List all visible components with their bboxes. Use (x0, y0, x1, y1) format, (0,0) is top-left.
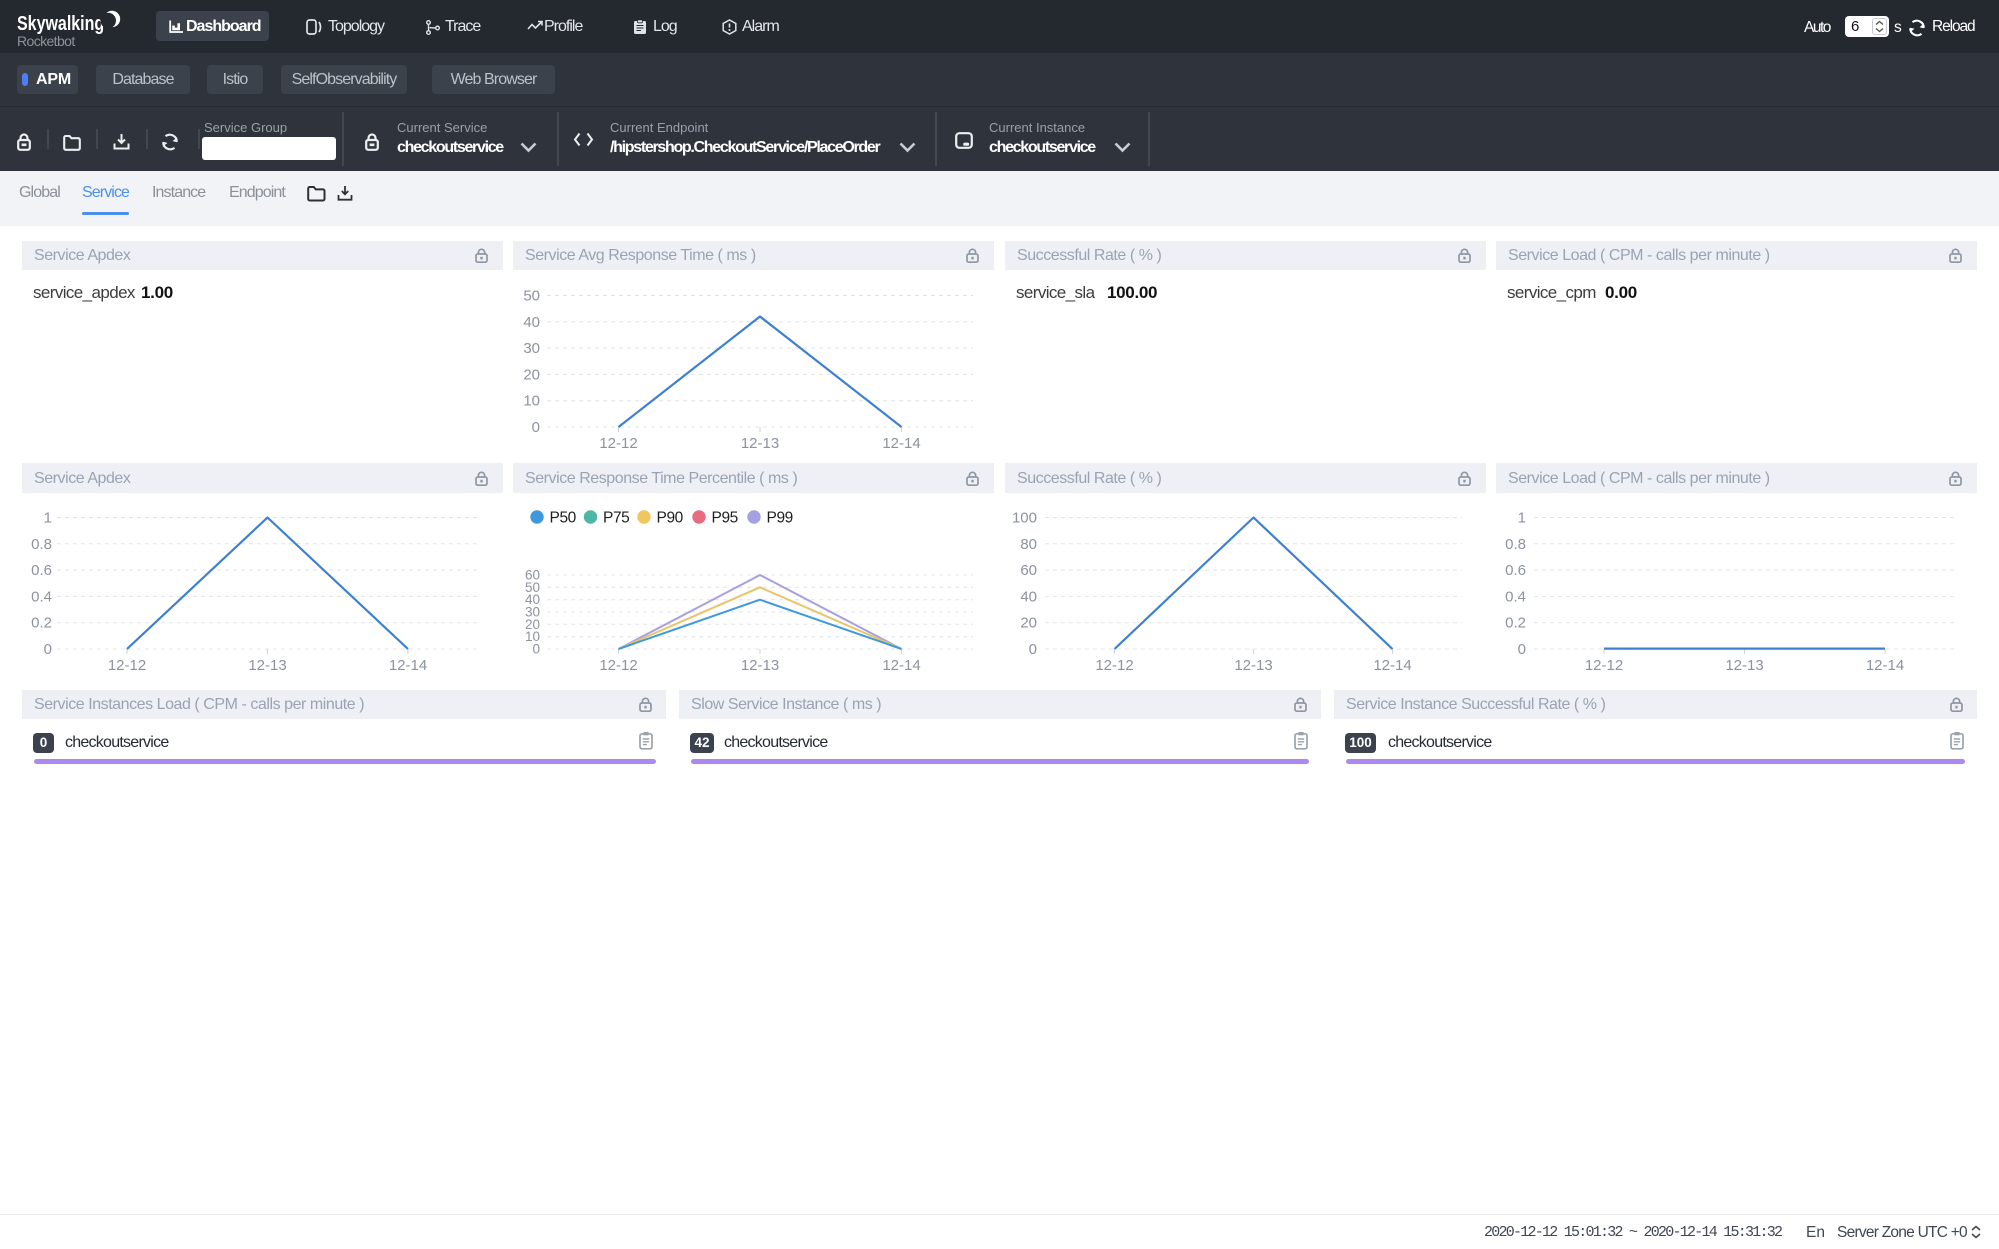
svg-text:10: 10 (523, 393, 540, 410)
svg-text:12-14: 12-14 (389, 657, 427, 674)
svg-text:12-13: 12-13 (1725, 657, 1763, 674)
svg-text:P95: P95 (712, 510, 738, 527)
svg-text:30: 30 (523, 340, 540, 357)
svg-text:1: 1 (44, 510, 52, 527)
svg-text:0.8: 0.8 (31, 536, 52, 553)
svg-text:50: 50 (523, 288, 540, 305)
svg-text:1: 1 (1518, 510, 1526, 527)
svg-text:20: 20 (1020, 615, 1037, 632)
svg-text:80: 80 (1020, 536, 1037, 553)
svg-text:0.6: 0.6 (1505, 562, 1526, 579)
svg-text:12-14: 12-14 (1373, 657, 1411, 674)
svg-text:20: 20 (523, 366, 540, 383)
svg-text:0.4: 0.4 (31, 588, 52, 605)
svg-text:100: 100 (1012, 510, 1037, 527)
svg-text:12-14: 12-14 (882, 435, 920, 452)
svg-text:60: 60 (1020, 562, 1037, 579)
svg-text:40: 40 (523, 314, 540, 331)
svg-text:0.2: 0.2 (31, 615, 52, 632)
svg-text:0.4: 0.4 (1505, 588, 1526, 605)
svg-text:12-12: 12-12 (1585, 657, 1623, 674)
svg-text:0: 0 (44, 641, 52, 658)
svg-text:P50: P50 (550, 510, 577, 527)
svg-text:12-14: 12-14 (882, 657, 920, 674)
svg-text:P99: P99 (767, 510, 793, 527)
svg-text:0.2: 0.2 (1505, 615, 1526, 632)
svg-text:0: 0 (1029, 641, 1037, 658)
svg-text:P90: P90 (657, 510, 684, 527)
svg-text:0.6: 0.6 (31, 562, 52, 579)
svg-text:12-13: 12-13 (1234, 657, 1272, 674)
svg-text:12-12: 12-12 (1095, 657, 1133, 674)
svg-text:12-12: 12-12 (599, 435, 637, 452)
svg-text:40: 40 (1020, 588, 1037, 605)
svg-text:P75: P75 (603, 510, 629, 527)
svg-text:0: 0 (532, 419, 540, 436)
svg-text:0: 0 (532, 642, 540, 657)
svg-text:12-13: 12-13 (248, 657, 286, 674)
svg-text:0.8: 0.8 (1505, 536, 1526, 553)
svg-text:12-12: 12-12 (108, 657, 146, 674)
svg-text:12-12: 12-12 (599, 657, 637, 674)
svg-text:12-14: 12-14 (1866, 657, 1904, 674)
svg-text:12-13: 12-13 (741, 657, 779, 674)
svg-text:12-13: 12-13 (741, 435, 779, 452)
svg-text:0: 0 (1518, 641, 1526, 658)
